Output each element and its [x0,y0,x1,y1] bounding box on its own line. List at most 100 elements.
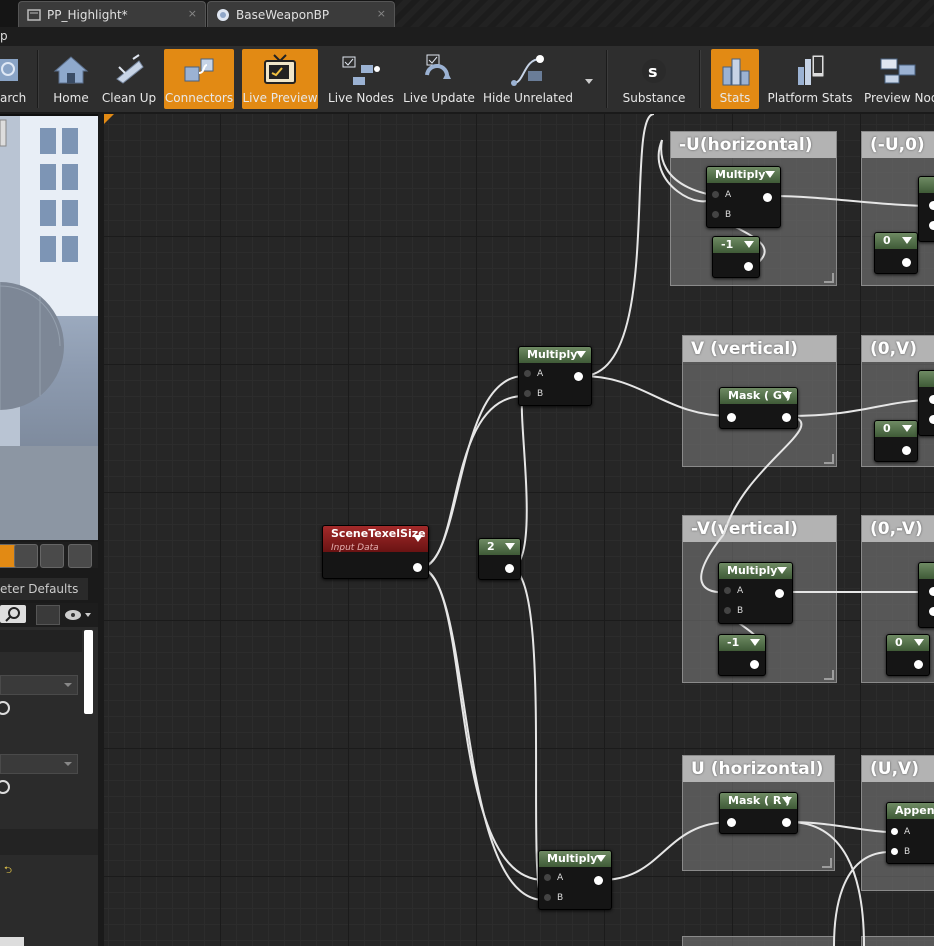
input-pin[interactable] [929,607,934,616]
constant-0-node-neg-v[interactable]: 0 [886,634,930,676]
output-pin[interactable] [744,262,753,271]
multiply-node-bottom[interactable]: Multiply A B [538,850,612,910]
collapse-arrow-icon[interactable] [413,535,423,542]
input-pin-b[interactable]: B [524,389,543,399]
collapse-arrow-icon[interactable] [596,855,606,862]
cube-shape-icon[interactable] [40,544,64,568]
substance-button[interactable]: s Substance [618,49,690,109]
connectors-button[interactable]: Connectors [164,49,234,109]
preview-viewport[interactable] [0,116,98,540]
view-options-icon[interactable] [36,605,60,625]
multiply-node-neg-v[interactable]: Multiply A B [718,562,793,624]
scrollbar[interactable] [84,630,93,714]
collapse-arrow-icon[interactable] [902,237,912,244]
collapse-arrow-icon[interactable] [782,392,792,399]
append-node-0-neg-v[interactable] [918,562,934,628]
collapse-arrow-icon[interactable] [744,241,754,248]
input-pin[interactable] [929,415,934,424]
input-pin-b[interactable]: B [544,893,563,903]
constant-2-node[interactable]: 2 [478,538,521,580]
output-pin[interactable] [750,660,759,669]
input-pin[interactable] [727,818,736,827]
input-pin-a[interactable]: A [712,190,731,200]
collapse-arrow-icon[interactable] [765,171,775,178]
live-update-button[interactable]: Live Update [402,49,476,109]
input-pin[interactable] [727,413,736,422]
collapse-arrow-icon[interactable] [782,797,792,804]
preview-node-button[interactable]: Preview Node [860,49,934,109]
mask-g-node[interactable]: Mask ( G ) [719,387,798,429]
multiply-node-top[interactable]: Multiply A B [518,346,592,406]
constant-neg1-node-u[interactable]: -1 [712,236,760,278]
input-pin-b[interactable]: B [724,606,743,616]
constant-0-node-neg-u[interactable]: 0 [874,232,918,274]
category-row[interactable] [0,630,82,652]
reset-icon[interactable] [0,780,10,794]
output-pin[interactable] [594,876,603,885]
input-pin-a[interactable]: A [724,586,743,596]
close-icon[interactable]: × [188,7,197,20]
append-node-0-v[interactable] [918,370,934,436]
output-pin[interactable] [775,589,784,598]
append-node-neg-u-0[interactable] [918,176,934,242]
collapse-arrow-icon[interactable] [505,543,515,550]
eye-icon[interactable] [64,607,94,621]
mesh-shape-icon[interactable] [68,544,92,568]
material-graph[interactable]: -U(horizontal) (-U,0) V (vertical) (0,V)… [104,114,934,946]
tab-pp-highlight[interactable]: PP_Highlight* × [18,1,206,27]
input-pin[interactable] [929,221,934,230]
scene-texel-size-node[interactable]: SceneTexelSize Input Data [322,525,429,579]
clean-up-icon [116,54,144,84]
reset-icon[interactable] [0,701,10,715]
live-preview-button[interactable]: Live Preview [242,49,318,109]
output-pin[interactable] [413,563,422,572]
hide-unrelated-button[interactable]: Hide Unrelated [482,49,574,109]
constant-neg1-node-v[interactable]: -1 [718,634,766,676]
collapse-arrow-icon[interactable] [576,351,586,358]
tab-base-weapon-bp[interactable]: BaseWeaponBP × [207,1,395,27]
clean-up-button[interactable]: Clean Up [100,49,158,109]
input-pin-a[interactable]: A [891,827,910,837]
collapse-arrow-icon[interactable] [902,425,912,432]
append-node-u-v[interactable]: Append A B [886,802,934,864]
platform-stats-button[interactable]: Platform Stats [767,49,853,109]
multiply-node-neg-u[interactable]: Multiply A B [706,166,781,228]
stats-button[interactable]: Stats [711,49,759,109]
collapse-arrow-icon[interactable] [750,639,760,646]
property-dropdown[interactable] [0,754,78,774]
output-pin[interactable] [782,818,791,827]
constant-0-node-v[interactable]: 0 [874,420,918,462]
output-pin[interactable] [574,372,583,381]
menu-item-help[interactable]: p [0,29,8,43]
parameter-defaults-tab[interactable]: eter Defaults [0,578,88,600]
toolbar-overflow-dropdown[interactable] [580,49,598,109]
output-pin[interactable] [782,413,791,422]
search-button[interactable]: arch [0,49,26,109]
output-pin[interactable] [902,258,911,267]
category-row[interactable] [0,829,98,855]
live-nodes-button[interactable]: Live Nodes [326,49,396,109]
home-button[interactable]: Home [48,49,94,109]
preview-node-icon [880,58,916,84]
output-pin[interactable] [505,564,514,573]
mask-r-node[interactable]: Mask ( R ) [719,792,798,834]
output-pin[interactable] [914,660,923,669]
collapse-arrow-icon[interactable] [777,567,787,574]
input-pin[interactable] [929,587,934,596]
input-pin[interactable] [929,395,934,404]
input-pin-a[interactable]: A [544,873,563,883]
search-icon[interactable] [0,605,26,623]
bottom-tab[interactable] [0,937,24,946]
input-pin[interactable] [929,201,934,210]
collapse-arrow-icon[interactable] [914,639,924,646]
input-pin-b[interactable]: B [891,847,910,857]
toolbar-label: arch [0,91,27,105]
output-pin[interactable] [902,446,911,455]
property-dropdown[interactable] [0,675,78,695]
input-pin-a[interactable]: A [524,369,543,379]
input-pin-b[interactable]: B [712,210,731,220]
output-pin[interactable] [763,193,772,202]
plane-shape-icon[interactable] [14,544,38,568]
close-icon[interactable]: × [377,7,386,20]
tab-label: BaseWeaponBP [236,7,330,22]
